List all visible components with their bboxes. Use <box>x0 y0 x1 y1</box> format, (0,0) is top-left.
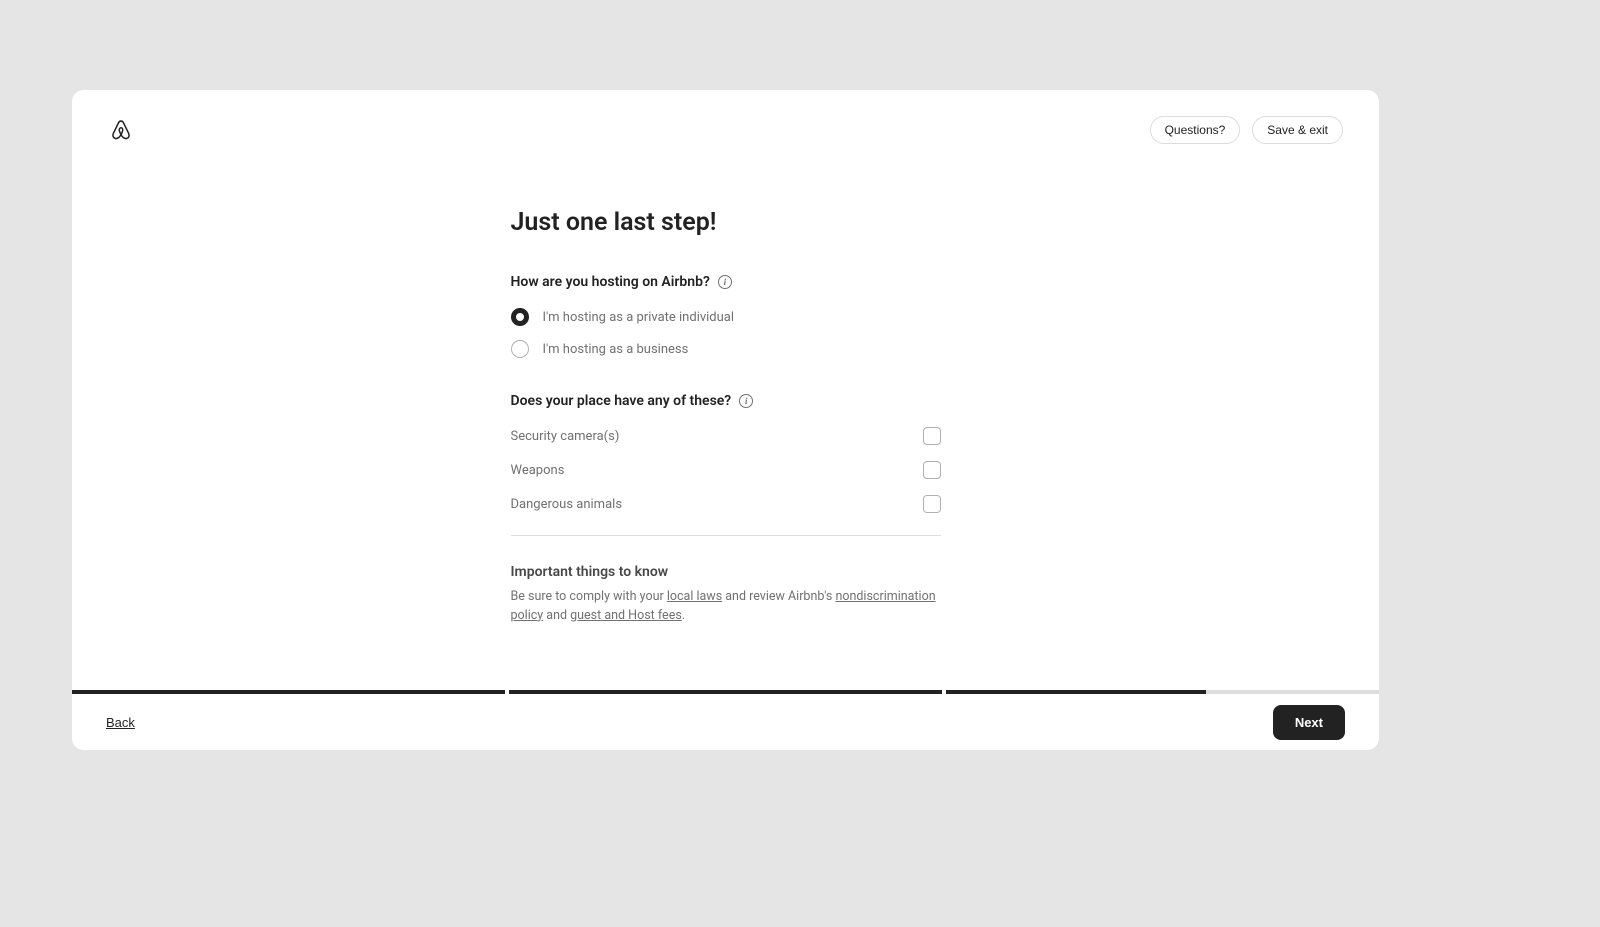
radio-private-individual[interactable]: I'm hosting as a private individual <box>511 308 941 326</box>
header: Questions? Save & exit <box>72 90 1379 150</box>
radio-label: I'm hosting as a business <box>543 342 689 357</box>
airbnb-logo-icon <box>108 116 134 144</box>
checkbox-row-weapons: Weapons <box>511 461 941 479</box>
radio-icon <box>511 308 529 326</box>
footer: Back Next <box>72 694 1379 750</box>
checkbox-label: Security camera(s) <box>511 429 620 444</box>
progress-fill <box>509 690 942 694</box>
checkbox-row-security-camera: Security camera(s) <box>511 427 941 445</box>
info-icon[interactable]: i <box>739 394 753 408</box>
form-area: Just one last step! How are you hosting … <box>511 208 941 690</box>
progress-segment-3 <box>946 690 1379 694</box>
checkbox-security-camera[interactable] <box>923 427 941 445</box>
important-text: Be sure to comply with your local laws a… <box>511 588 941 626</box>
important-suffix: . <box>682 608 685 623</box>
radio-label: I'm hosting as a private individual <box>543 310 735 325</box>
hosting-question-label: How are you hosting on Airbnb? i <box>511 274 732 290</box>
progress-fill <box>72 690 505 694</box>
page-title: Just one last step! <box>511 208 941 237</box>
checkbox-dangerous-animals[interactable] <box>923 495 941 513</box>
next-button[interactable]: Next <box>1273 705 1345 740</box>
info-icon[interactable]: i <box>718 275 732 289</box>
divider <box>511 535 941 536</box>
important-title: Important things to know <box>511 564 941 580</box>
checkbox-weapons[interactable] <box>923 461 941 479</box>
content: Just one last step! How are you hosting … <box>72 150 1379 690</box>
fees-link[interactable]: guest and Host fees <box>570 608 682 623</box>
important-mid1: and review Airbnb's <box>722 589 835 604</box>
important-prefix: Be sure to comply with your <box>511 589 667 604</box>
progress-bar <box>72 690 1379 694</box>
features-question-label: Does your place have any of these? i <box>511 393 754 409</box>
header-buttons: Questions? Save & exit <box>1150 116 1343 144</box>
save-exit-button[interactable]: Save & exit <box>1252 116 1343 144</box>
progress-fill <box>946 690 1206 694</box>
radio-business[interactable]: I'm hosting as a business <box>511 340 941 358</box>
back-button[interactable]: Back <box>106 715 135 730</box>
progress-segment-2 <box>509 690 942 694</box>
progress-segment-1 <box>72 690 505 694</box>
local-laws-link[interactable]: local laws <box>667 589 722 604</box>
features-question-text: Does your place have any of these? <box>511 393 732 409</box>
checkbox-label: Dangerous animals <box>511 497 623 512</box>
checkbox-row-dangerous-animals: Dangerous animals <box>511 495 941 513</box>
checkbox-label: Weapons <box>511 463 565 478</box>
important-mid2: and <box>543 608 570 623</box>
hosting-question-text: How are you hosting on Airbnb? <box>511 274 710 290</box>
radio-icon <box>511 340 529 358</box>
app-window: Questions? Save & exit Just one last ste… <box>72 90 1379 750</box>
questions-button[interactable]: Questions? <box>1150 116 1241 144</box>
